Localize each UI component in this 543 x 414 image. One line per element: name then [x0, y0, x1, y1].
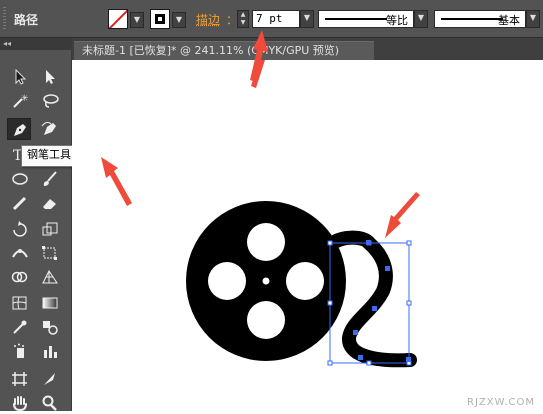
blend-icon — [43, 321, 58, 335]
gradient-tool[interactable] — [38, 292, 62, 314]
eyedropper-tool[interactable] — [8, 316, 32, 338]
lasso-tool[interactable] — [38, 90, 62, 112]
selection-tool[interactable] — [8, 66, 32, 88]
brush-value: 基本 — [498, 14, 520, 27]
pen-nib-icon — [14, 124, 26, 136]
eraser-tool[interactable] — [38, 192, 62, 214]
column-graph-icon — [44, 346, 57, 358]
variable-width-profile-select[interactable]: 等比 — [318, 10, 414, 28]
watermark: RJZXW.COM — [467, 397, 535, 408]
mesh-tool[interactable] — [8, 292, 32, 314]
brush-dropdown-arrow[interactable]: ▼ — [526, 10, 540, 28]
rotate-icon — [13, 221, 27, 237]
curvature-tool[interactable] — [38, 118, 62, 140]
paintbrush-icon — [43, 171, 57, 186]
spin-down-icon[interactable]: ▼ — [238, 19, 248, 27]
stroke-weight-dropdown-arrow[interactable]: ▼ — [300, 10, 314, 28]
spin-up-icon[interactable]: ▲ — [238, 11, 248, 19]
profile-dropdown-arrow[interactable]: ▼ — [414, 10, 428, 28]
free-transform-icon — [42, 246, 57, 260]
artboard-canvas[interactable]: RJZXW.COM — [72, 60, 543, 411]
rotate-tool[interactable] — [8, 218, 32, 240]
gradient-icon — [42, 297, 58, 309]
symbol-sprayer-tool[interactable] — [8, 340, 32, 362]
stroke-weight-spinner[interactable]: ▲ ▼ — [237, 10, 249, 28]
artwork-layer — [186, 60, 417, 368]
artboard-icon — [12, 372, 27, 386]
pencil-icon — [12, 196, 27, 211]
pencil-tool[interactable] — [8, 192, 32, 214]
hand-icon — [13, 396, 27, 411]
brush-definition-select[interactable]: 基本 — [434, 10, 526, 28]
slice-knife-icon — [44, 373, 55, 385]
selection-arrow-icon — [15, 69, 27, 85]
control-bar: 路径 ▼ ▼ 描边 ： ▲ ▼ 7 pt ▼ 等比 ▼ 基本 ▼ — [0, 0, 543, 38]
panel-grip[interactable] — [3, 7, 6, 31]
film-reel-icon — [186, 201, 346, 361]
artboard-tool[interactable] — [8, 368, 32, 390]
profile-line-preview — [325, 18, 387, 20]
paintbrush-tool[interactable] — [38, 168, 62, 190]
fill-dropdown-arrow[interactable]: ▼ — [130, 12, 144, 28]
stroke-weight-input[interactable]: 7 pt — [252, 10, 300, 28]
direct-selection-arrow-icon — [46, 70, 55, 84]
zoom-magnifier-icon — [42, 395, 57, 411]
slice-tool[interactable] — [38, 368, 62, 390]
perspective-grid-tool[interactable] — [38, 266, 62, 288]
curvature-pen-icon — [41, 121, 56, 135]
document-tab-strip: 未标题-1 [已恢复]* @ 241.11% (CMYK/GPU 预览) — [72, 38, 543, 60]
tools-panel-collapse[interactable]: ◂◂ — [0, 38, 71, 50]
lasso-icon — [43, 94, 59, 108]
ellipse-tool[interactable] — [8, 168, 32, 190]
eyedropper-icon — [13, 320, 27, 334]
stroke-color-dropdown-arrow[interactable]: ▼ — [172, 12, 186, 28]
direct-selection-tool[interactable] — [38, 66, 62, 88]
magic-wand-tool[interactable]: ✳ — [8, 90, 32, 112]
tools-panel: ◂◂ ✳ T — [0, 38, 72, 411]
column-graph-tool[interactable] — [38, 340, 62, 362]
symbol-sprayer-icon — [14, 343, 24, 358]
shape-builder-icon — [11, 271, 28, 283]
blend-tool[interactable] — [38, 316, 62, 338]
scale-tool[interactable] — [38, 218, 62, 240]
profile-value: 等比 — [386, 14, 408, 27]
eraser-icon — [43, 199, 56, 209]
stroke-label[interactable]: 描边 — [196, 11, 220, 28]
selection-type-label: 路径 — [14, 13, 39, 27]
width-tool-icon — [12, 249, 28, 258]
mesh-icon — [12, 296, 27, 310]
shape-builder-tool[interactable] — [8, 266, 32, 288]
annotation-arrow-icon — [251, 60, 265, 88]
pen-tool[interactable] — [7, 118, 31, 140]
free-transform-tool[interactable] — [38, 242, 62, 264]
stroke-color-swatch[interactable] — [150, 9, 170, 29]
brush-line-preview — [441, 18, 503, 20]
ellipse-icon — [12, 173, 28, 185]
magic-wand-icon: ✳ — [13, 94, 29, 108]
document-tab[interactable]: 未标题-1 [已恢复]* @ 241.11% (CMYK/GPU 预览) — [74, 41, 374, 60]
svg-text:✳: ✳ — [21, 94, 29, 104]
fill-color-swatch[interactable] — [108, 9, 128, 29]
scale-icon — [42, 222, 58, 236]
width-tool[interactable] — [8, 242, 32, 264]
perspective-grid-icon — [42, 270, 58, 284]
